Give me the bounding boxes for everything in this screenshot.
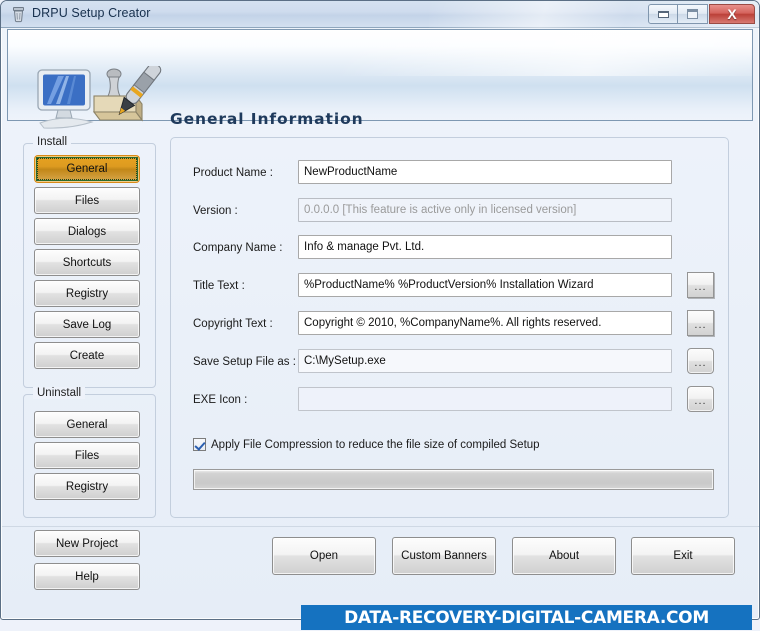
sidebar-item-install-general[interactable]: General	[34, 155, 140, 183]
sidebar-item-install-save-log[interactable]: Save Log	[34, 311, 140, 338]
sidebar-item-install-registry[interactable]: Registry	[34, 280, 140, 307]
exe-icon-input[interactable]	[298, 387, 672, 411]
exit-button[interactable]: Exit	[631, 537, 735, 575]
window-controls: X	[648, 4, 755, 24]
save-setup-file-label: Save Setup File as :	[193, 356, 296, 368]
uninstall-group-legend: Uninstall	[33, 387, 86, 399]
app-icon	[10, 6, 27, 23]
close-icon: X	[727, 6, 737, 22]
open-button[interactable]: Open	[272, 537, 376, 575]
minimize-button[interactable]	[648, 4, 678, 24]
sidebar-item-label: Files	[74, 194, 100, 207]
title-text-browse-button[interactable]: ...	[687, 272, 714, 298]
button-label: Exit	[673, 550, 693, 562]
sidebar-item-label: Registry	[65, 287, 109, 300]
window-title: DRPU Setup Creator	[32, 6, 151, 20]
version-input[interactable]: 0.0.0.0 [This feature is active only in …	[298, 198, 672, 222]
sidebar-item-install-files[interactable]: Files	[34, 187, 140, 214]
company-name-label: Company Name :	[193, 242, 283, 254]
sidebar-item-label: Files	[74, 449, 100, 462]
title-text-input[interactable]: %ProductName% %ProductVersion% Installat…	[298, 273, 672, 297]
sidebar-item-label: Dialogs	[67, 225, 107, 238]
checkbox-label: Apply File Compression to reduce the fil…	[211, 438, 540, 451]
apply-file-compression-checkbox[interactable]: Apply File Compression to reduce the fil…	[193, 438, 540, 451]
button-label: Open	[309, 550, 339, 562]
maximize-icon	[687, 9, 698, 19]
save-setup-file-browse-button[interactable]: ...	[687, 348, 714, 374]
browse-label: ...	[694, 319, 707, 331]
close-button[interactable]: X	[709, 4, 755, 24]
version-label: Version :	[193, 205, 238, 217]
sidebar-item-uninstall-general[interactable]: General	[34, 411, 140, 438]
application-window: DRPU Setup Creator X General Information…	[0, 0, 760, 631]
custom-banners-button[interactable]: Custom Banners	[392, 537, 496, 575]
exe-icon-label: EXE Icon :	[193, 394, 248, 406]
button-label: New Project	[56, 537, 118, 550]
copyright-text-input[interactable]: Copyright © 2010, %CompanyName%. All rig…	[298, 311, 672, 335]
window-frame: DRPU Setup Creator X General Information…	[0, 0, 760, 620]
sidebar-item-label: General	[66, 418, 108, 431]
computer-stamp-pen-icon	[30, 62, 170, 136]
minimize-icon	[657, 10, 669, 18]
browse-label: ...	[694, 281, 707, 293]
install-group-legend: Install	[33, 136, 72, 148]
progress-bar	[193, 469, 714, 490]
sidebar-item-install-create[interactable]: Create	[34, 342, 140, 369]
about-button[interactable]: About	[512, 537, 616, 575]
save-setup-file-input[interactable]: C:\MySetup.exe	[298, 349, 672, 373]
browse-label: ...	[694, 395, 707, 407]
sidebar-item-uninstall-registry[interactable]: Registry	[34, 473, 140, 500]
title-text-label: Title Text :	[193, 280, 245, 292]
browse-label: ...	[694, 357, 707, 369]
sidebar-item-label: Registry	[65, 480, 109, 493]
watermark-banner: DATA-RECOVERY-DIGITAL-CAMERA.COM	[301, 605, 752, 630]
sidebar-item-install-dialogs[interactable]: Dialogs	[34, 218, 140, 245]
copyright-text-label: Copyright Text :	[193, 318, 273, 330]
checkbox-checked-icon	[193, 438, 206, 451]
maximize-button[interactable]	[678, 4, 708, 24]
sidebar-item-label: Save Log	[62, 318, 112, 331]
copyright-text-browse-button[interactable]: ...	[687, 310, 714, 336]
button-label: About	[548, 550, 580, 562]
button-label: Custom Banners	[401, 550, 487, 562]
exe-icon-browse-button[interactable]: ...	[687, 386, 714, 412]
product-name-input[interactable]: NewProductName	[298, 160, 672, 184]
company-name-input[interactable]: Info & manage Pvt. Ltd.	[298, 235, 672, 259]
sidebar-item-uninstall-files[interactable]: Files	[34, 442, 140, 469]
header-banner: General Information	[7, 29, 753, 129]
sidebar-item-install-shortcuts[interactable]: Shortcuts	[34, 249, 140, 276]
sidebar-item-label: General	[66, 163, 108, 175]
sidebar-item-label: Shortcuts	[62, 256, 112, 269]
sidebar-item-label: Create	[69, 349, 105, 362]
title-bar: DRPU Setup Creator X	[1, 1, 759, 28]
page-title: General Information	[170, 110, 364, 128]
button-label: Help	[75, 570, 99, 583]
product-name-label: Product Name :	[193, 167, 273, 179]
